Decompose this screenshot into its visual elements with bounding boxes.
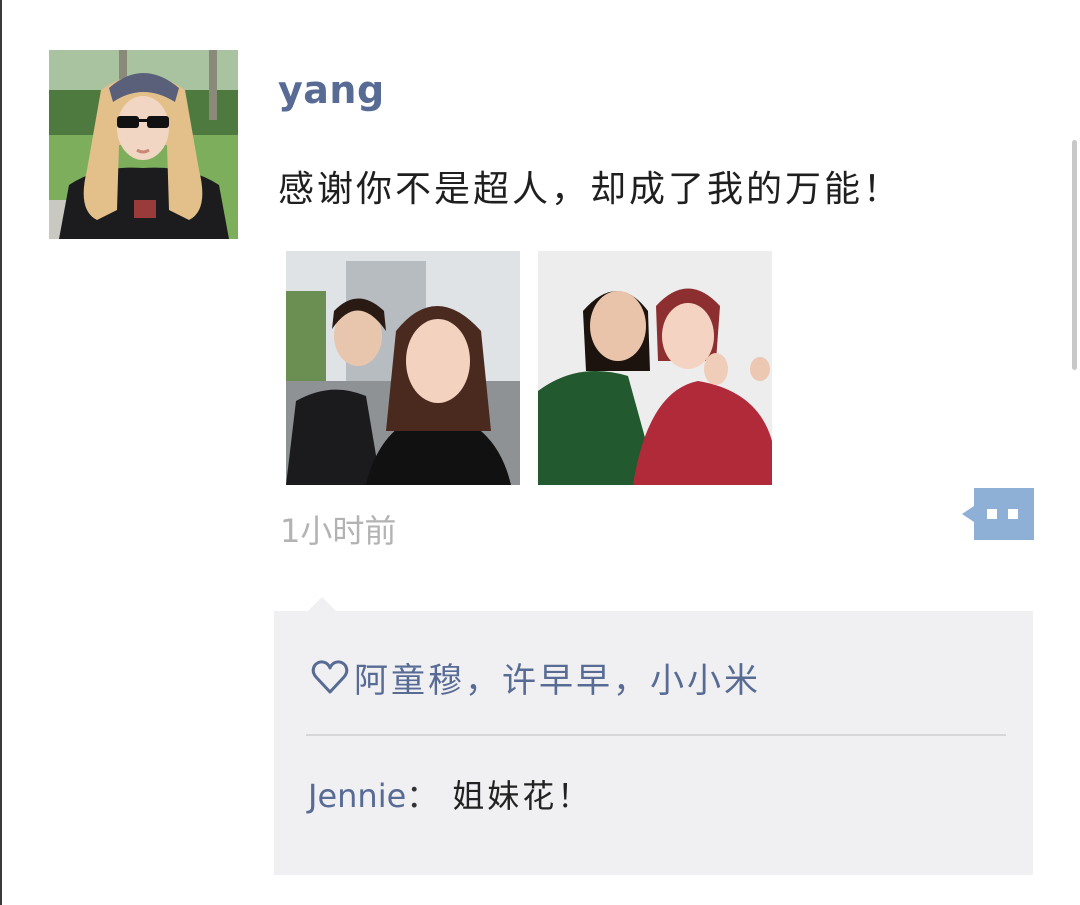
comment-author[interactable]: Jennie [308, 777, 406, 815]
scrollbar[interactable] [1072, 140, 1077, 370]
likes-row: 阿童穆，许早早，小小米 [310, 653, 761, 701]
post-photo-2[interactable] [538, 251, 772, 485]
post-text: 感谢你不是超人，却成了我的万能！ [278, 169, 903, 210]
comment-button[interactable] [962, 488, 1034, 540]
likes-names[interactable]: 阿童穆，许早早，小小米 [354, 653, 761, 702]
divider [306, 734, 1006, 736]
post-timestamp: 1小时前 [280, 512, 397, 550]
comment-text: 姐妹花！ [452, 777, 593, 815]
post-author-name[interactable]: yang [278, 68, 385, 112]
interaction-panel: 阿童穆，许早早，小小米 Jennie： 姐妹花！ [274, 597, 1033, 875]
window-left-border [0, 0, 2, 905]
comment-dots-icon [962, 488, 1034, 540]
heart-outline-icon [311, 660, 349, 694]
comment-item[interactable]: Jennie： 姐妹花！ [308, 771, 592, 817]
avatar[interactable] [49, 50, 238, 239]
post-photo-1[interactable] [286, 251, 520, 485]
comment-separator: ： [406, 777, 439, 815]
